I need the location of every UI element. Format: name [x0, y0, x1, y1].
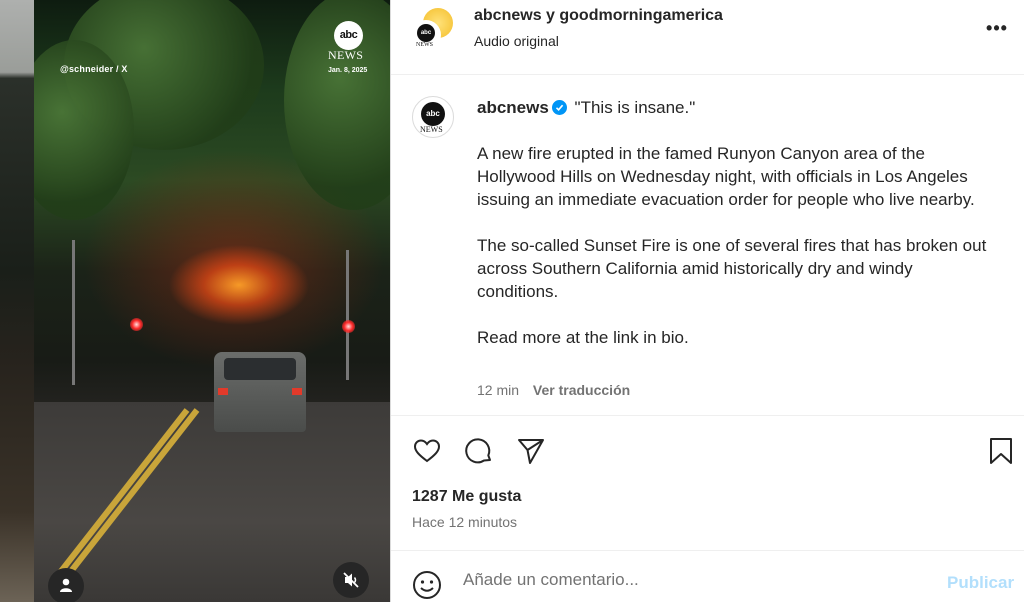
action-bar	[391, 432, 1024, 472]
news-logo-text: NEWS	[416, 42, 433, 48]
see-translation-link[interactable]: Ver traducción	[533, 382, 630, 398]
news-logo-text: NEWS	[420, 125, 443, 134]
abc-logo: abc	[334, 21, 363, 50]
video-date: Jan. 8, 2025	[328, 67, 368, 74]
more-options-icon[interactable]: •••	[985, 18, 1009, 38]
comment-icon[interactable]	[464, 436, 494, 466]
car	[214, 352, 306, 432]
news-logo-text: NEWS	[328, 48, 364, 62]
emoji-icon[interactable]	[412, 570, 442, 602]
video-frame[interactable]	[34, 0, 390, 602]
video-credit: @schneider / X	[60, 64, 128, 74]
post-caption: abc NEWS abcnews "This is insane." A new…	[391, 76, 1024, 416]
caption-paragraph: Read more at the link in bio.	[477, 328, 689, 347]
car-window	[224, 358, 296, 380]
street-pole	[346, 250, 349, 380]
bookmark-icon[interactable]	[986, 436, 1016, 466]
comment-bar: Publicar	[391, 550, 1024, 602]
traffic-light	[342, 320, 355, 333]
caption-username[interactable]: abcnews	[477, 98, 549, 117]
caption-time[interactable]: 12 min	[477, 382, 519, 398]
comment-input[interactable]	[463, 567, 923, 593]
caption-paragraph: A new fire erupted in the famed Runyon C…	[477, 144, 975, 209]
previous-media-edge	[0, 0, 34, 602]
post-header: abc NEWS abcnews y goodmorningamerica Au…	[391, 0, 1024, 75]
caption-avatar[interactable]: abc NEWS	[412, 96, 454, 138]
caption-paragraph: The so-called Sunset Fire is one of seve…	[477, 236, 987, 301]
tagged-users-button[interactable]	[48, 568, 84, 602]
street-pole	[72, 240, 75, 385]
likes-count[interactable]: 1287 Me gusta	[412, 488, 521, 506]
post-time[interactable]: Hace 12 minutos	[412, 514, 517, 530]
publish-button[interactable]: Publicar	[947, 573, 1014, 593]
post-details-panel: abc NEWS abcnews y goodmorningamerica Au…	[390, 0, 1024, 602]
car-taillight	[292, 388, 302, 395]
traffic-light	[130, 318, 143, 331]
car-taillight	[218, 388, 228, 395]
mute-button[interactable]	[333, 562, 369, 598]
audio-link[interactable]: Audio original	[474, 33, 559, 49]
heart-icon[interactable]	[412, 436, 442, 466]
abc-logo: abc	[421, 102, 445, 126]
author-usernames[interactable]: abcnews y goodmorningamerica	[474, 7, 723, 25]
collab-avatars[interactable]: abc NEWS	[411, 8, 455, 52]
abcnews-avatar[interactable]: abc NEWS	[411, 20, 441, 50]
caption-meta: 12 min Ver traducción	[477, 382, 630, 398]
caption-text: abcnews "This is insane." A new fire eru…	[477, 96, 997, 349]
caption-headline: "This is insane."	[574, 98, 696, 117]
share-icon[interactable]	[516, 436, 546, 466]
abc-logo: abc	[417, 24, 435, 42]
post-media[interactable]: @schneider / X abc NEWS Jan. 8, 2025	[0, 0, 390, 602]
verified-badge-icon	[551, 100, 567, 115]
